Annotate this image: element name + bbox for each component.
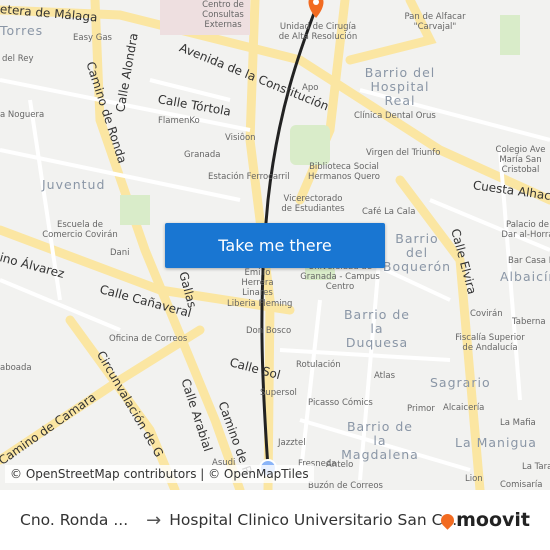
poi-label: Emilio Herrera Linares	[241, 268, 274, 298]
destination-label: Hospital Clinico Universitario San C...	[169, 511, 458, 529]
map[interactable]: etera de Málaga Avenida de la Constituci…	[0, 0, 550, 490]
poi-label: La Tarara	[522, 462, 550, 472]
poi-label: Biblioteca Social Hermanos Quero	[308, 162, 380, 182]
brand-name: moovit	[456, 509, 530, 531]
origin-label: Cno. Ronda ...	[20, 511, 129, 529]
take-me-there-button[interactable]: Take me there	[165, 223, 385, 268]
poi-label: Jazztel	[278, 438, 306, 448]
poi-label: aboada	[0, 363, 32, 373]
poi-label: Don Bosco	[246, 326, 292, 336]
poi-label: Rotulación	[296, 360, 341, 370]
poi-label: Supersol	[260, 388, 297, 398]
poi-label: Covirán	[470, 309, 503, 319]
poi-label: Apo	[302, 83, 319, 93]
poi-label: Centro de Consultas Externas	[202, 0, 244, 30]
poi-label: Primor	[407, 404, 435, 414]
neighborhood-label: Barrio de la Magdalena	[341, 419, 419, 462]
poi-label: Visiôon	[225, 133, 256, 143]
poi-label: Easy Gas	[73, 33, 112, 43]
poi-label: del Rey	[2, 54, 34, 64]
poi-label: Oficina de Correos	[109, 334, 188, 344]
poi-label: Liberia Fleming	[227, 299, 293, 309]
poi-label: Palacio de Dar al-Horra	[501, 220, 550, 240]
poi-label: a Noguera	[0, 110, 45, 120]
poi-label: Estación Ferrocarril	[208, 172, 290, 182]
arrow-right-icon: →	[146, 509, 162, 531]
poi-label: Virgen del Triunfo	[366, 148, 441, 158]
neighborhood-label: Juventud	[42, 177, 106, 192]
poi-label: Unidad de Cirugía de Alta Resolución	[278, 22, 358, 42]
poi-label: Alcaicería	[443, 403, 485, 413]
poi-label: Lion	[465, 474, 483, 484]
poi-label: Atlas	[374, 371, 395, 381]
neighborhood-label: La Manigua	[455, 435, 537, 450]
poi-label: Colegio Ave María San Cristobal	[495, 145, 546, 175]
poi-label: Antelo	[326, 460, 354, 470]
neighborhood-label: Barrio del Hospital Real	[364, 65, 436, 108]
moovit-pin-icon	[438, 510, 457, 530]
neighborhood-label: Sagrario	[430, 375, 491, 390]
poi-label: La Mafia	[500, 418, 536, 428]
poi-label: Taberna	[512, 317, 546, 327]
poi-label: Comisaría	[500, 480, 543, 490]
map-attribution[interactable]: © OpenStreetMap contributors | © OpenMap…	[5, 465, 314, 483]
poi-label: Café La Cala	[362, 207, 416, 217]
poi-label: Clínica Dental Orus	[354, 111, 436, 121]
poi-label: Dani	[110, 248, 130, 258]
poi-label: Escuela de Comercio Covirán	[42, 220, 118, 240]
poi-label: Fiscalía Superior de Andalucía	[455, 333, 525, 353]
neighborhood-label: Albaicín	[500, 269, 550, 284]
moovit-logo: moovit	[438, 509, 530, 531]
neighborhood-label: Torres	[0, 23, 44, 38]
poi-label: Granada	[184, 150, 221, 160]
neighborhood-label: Barrio de la Duquesa	[343, 307, 410, 350]
neighborhood-label: Barrio del Boquerón	[382, 231, 452, 274]
poi-label: Vicerectorado de Estudiantes	[281, 194, 345, 214]
poi-label: FlamenKo	[158, 116, 200, 126]
poi-label: Bar Casa María	[508, 256, 550, 266]
poi-label: Pan de Alfacar "Carvajal"	[404, 12, 466, 32]
poi-label: Buzón de Correos	[308, 481, 383, 490]
poi-label: Picasso Cómics	[308, 398, 373, 408]
